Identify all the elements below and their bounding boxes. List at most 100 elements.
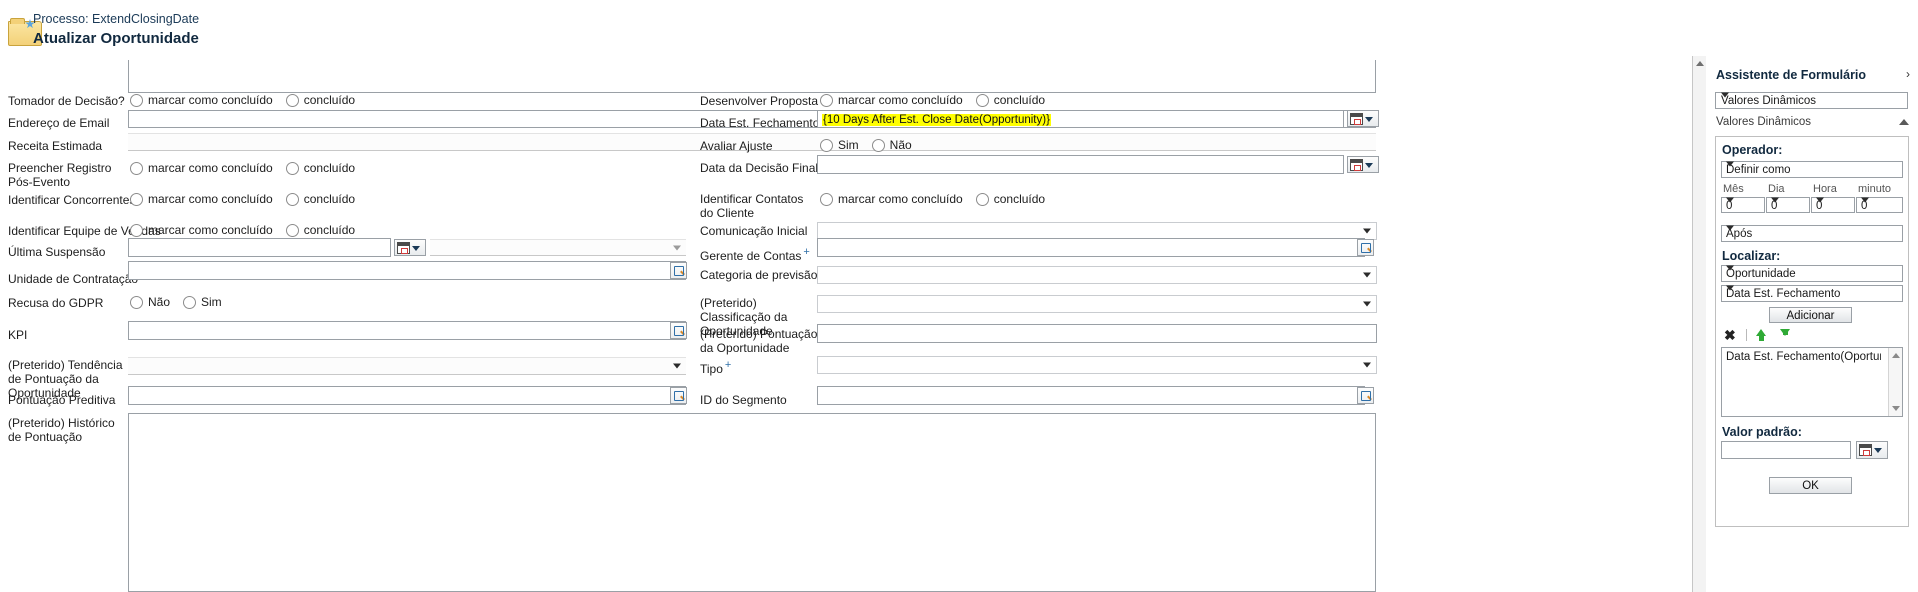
arrow-down-icon[interactable] [1780,329,1791,342]
radio-option-concluido[interactable]: concluído [285,192,355,206]
radio-option-marcar-como-concluido[interactable]: marcar como concluído [130,161,273,175]
input-ultima-suspensao-time[interactable] [430,239,686,256]
field-label-endereco-de-email: Endereço de Email [8,116,110,130]
dynamic-values-list[interactable]: Data Est. Fechamento(Oportunidad [1721,347,1903,417]
chevron-down-icon [1726,161,1734,167]
select-mes[interactable]: 0 [1721,197,1765,213]
radio-option-concluido[interactable]: concluído [285,161,355,175]
calendar-picker-ultima-suspensao[interactable] [394,239,426,256]
select-field[interactable]: Data Est. Fechamento [1721,285,1903,302]
arrow-up-icon[interactable] [1756,329,1767,342]
chevron-down-icon [1363,301,1371,307]
radio-group-identificar-equipe-de-vendas[interactable]: marcar como concluído concluído [130,223,355,237]
calendar-picker-data-da-decisao-final[interactable] [1347,156,1379,173]
textarea-preterido-historico-de-pontuacao[interactable] [128,413,1376,592]
top-notes-field-right[interactable] [1381,60,1382,93]
input-pontuacao-preditiva[interactable] [128,386,686,405]
radio-option-concluido[interactable]: concluído [285,223,355,237]
chevron-down-icon [412,246,420,251]
radio-option-marcar-como-concluido[interactable]: marcar como concluído [130,223,273,237]
calendar-icon [1350,113,1363,125]
input-ultima-suspensao-date[interactable] [128,238,391,257]
list-scrollbar[interactable] [1888,348,1902,416]
lookup-button-unidade-de-contratacao[interactable] [670,262,687,279]
input-default-value[interactable] [1721,441,1851,459]
required-marker: + [803,246,810,258]
radio-option-marcar-como-concluido[interactable]: marcar como concluído [820,192,963,206]
calendar-icon [397,242,410,254]
chevron-down-icon [673,245,681,250]
calendar-picker-default-value[interactable] [1856,441,1888,459]
radio-group-desenvolver-proposta[interactable]: marcar como concluído concluído [820,93,1045,107]
lookup-button-kpi[interactable] [670,322,687,339]
chevron-right-icon[interactable]: › [1906,67,1910,81]
lookup-button-id-do-segmento[interactable] [1357,387,1374,404]
radio-group-identificar-contatos-do-cliente[interactable]: marcar como concluído concluído [820,192,1045,206]
sidebar-scrollbar[interactable] [1693,56,1706,592]
input-id-do-segmento[interactable] [817,386,1365,405]
radio-option-marcar-como-concluido[interactable]: marcar como concluído [820,93,963,107]
list-item[interactable]: Data Est. Fechamento(Oportunidad [1726,351,1881,363]
field-label-preencher-registro-pos-evento: Preencher Registro Pós-Evento [8,161,112,189]
calendar-picker-data-est-fechamento[interactable] [1347,110,1379,127]
select-minuto[interactable]: 0 [1856,197,1903,213]
chevron-down-icon [673,363,681,369]
chevron-down-icon [1726,265,1734,271]
radio-group-tomador-de-decisao[interactable]: marcar como concluído concluído [130,93,355,107]
radio-option-sim[interactable]: Sim [183,295,222,309]
scroll-up-icon[interactable] [1696,61,1704,66]
chevron-down-icon [1363,228,1371,234]
lookup-button-gerente-de-contas[interactable] [1357,239,1374,256]
close-x-icon[interactable]: ✖ [1724,327,1736,344]
radio-option-marcar-como-concluido[interactable]: marcar como concluído [130,192,273,206]
select-assistant-mode[interactable]: Valores Dinâmicos [1715,92,1908,109]
field-label-identificar-concorrentes: Identificar Concorrentes [8,193,136,207]
select-preterido-tendencia-de-pontuacao[interactable] [128,357,686,375]
input-unidade-de-contratacao[interactable] [128,261,686,280]
select-entity[interactable]: Oportunidade [1721,265,1903,282]
input-data-est-fechamento[interactable]: {10 Days After Est. Close Date(Opportuni… [817,110,1344,128]
field-label-tomador-de-decisao: Tomador de Decisão? [8,94,125,108]
radio-group-preencher-registro-pos-evento[interactable]: marcar como concluído concluído [130,161,355,175]
input-gerente-de-contas[interactable] [817,238,1365,257]
radio-option-concluido[interactable]: concluído [285,93,355,107]
field-label-unidade-de-contratacao: Unidade de Contratação+ [8,268,147,286]
sidebar-section-label: Valores Dinâmicos [1716,116,1812,128]
radio-group-recusa-do-gdpr[interactable]: Não Sim [130,295,222,309]
form-body: Tomador de Decisão? marcar como concluíd… [0,56,1390,592]
add-button[interactable]: Adicionar [1769,307,1852,323]
chevron-down-icon [1365,163,1373,168]
select-hora[interactable]: 0 [1811,197,1855,213]
form-assistant-sidebar: Assistente de Formulário › Valores Dinâm… [1692,56,1918,592]
top-notes-field[interactable] [128,60,1376,93]
radio-option-concluido[interactable]: concluído [975,93,1045,107]
scroll-down-icon[interactable] [1892,406,1900,411]
radio-option-concluido[interactable]: concluído [975,192,1045,206]
radio-option-marcar-como-concluido[interactable]: marcar como concluído [130,93,273,107]
select-relation[interactable]: Após [1721,225,1903,242]
select-dia[interactable]: 0 [1766,197,1810,213]
radio-option-sim[interactable]: Sim [820,138,859,152]
chevron-down-icon [1363,362,1371,368]
select-preterido-classificacao-da-oportunidade[interactable] [817,295,1377,313]
radio-option-nao[interactable]: Não [130,295,170,309]
input-preterido-pontuacao-da-oportunidade[interactable] [817,324,1377,343]
lookup-button-pontuacao-preditiva[interactable] [670,387,687,404]
calendar-icon [1859,444,1872,456]
select-categoria-de-previsao[interactable] [817,266,1377,284]
field-label-avaliar-ajuste: Avaliar Ajuste [700,139,773,153]
input-data-da-decisao-final[interactable] [817,155,1344,174]
field-label-preterido-historico-de-pontuacao: (Preterido) Histórico de Pontuação [8,416,115,444]
radio-group-avaliar-ajuste[interactable]: Sim Não [820,138,912,152]
chevron-up-icon[interactable] [1899,119,1909,125]
radio-group-identificar-concorrentes[interactable]: marcar como concluído concluído [130,192,355,206]
input-kpi[interactable] [128,321,686,340]
radio-option-nao[interactable]: Não [871,138,912,152]
field-label-kpi: KPI [8,328,28,342]
process-label: Processo: ExtendClosingDate [33,12,200,26]
scroll-up-icon[interactable] [1892,353,1900,358]
select-tipo[interactable] [817,356,1377,374]
ok-button[interactable]: OK [1769,477,1852,494]
field-label-recusa-do-gdpr: Recusa do GDPR [8,296,104,310]
select-operator[interactable]: Definir como [1721,161,1903,178]
